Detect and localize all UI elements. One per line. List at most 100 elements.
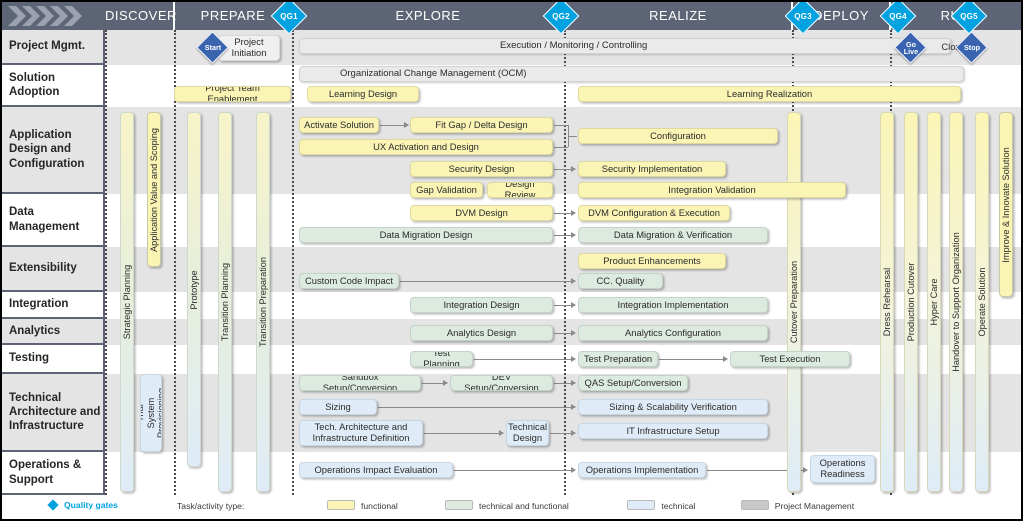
- task-ux-activation-and-design[interactable]: UX Activation and Design: [299, 139, 553, 155]
- legend-item-label: technical: [661, 501, 696, 511]
- task-label: Technical Design: [507, 421, 548, 443]
- task-it-infrastructure-setup[interactable]: IT Infrastructure Setup: [578, 423, 768, 439]
- label-box-text: Project Initiation: [231, 36, 267, 58]
- task-product-enhancements[interactable]: Product Enhancements: [578, 253, 726, 269]
- task-analytics-design[interactable]: Analytics Design: [410, 325, 553, 341]
- task-label: IT Infrastructure Setup: [626, 424, 720, 436]
- task-tech-architecture-infrastructure-definition[interactable]: Tech. Architecture and Infrastructure De…: [299, 420, 423, 446]
- workstream-strategic-planning[interactable]: Strategic Planning: [120, 112, 134, 492]
- row-label-analytics[interactable]: Analytics: [2, 319, 105, 345]
- row-label-application-design-and-configuration[interactable]: Application Design and Configuration: [2, 107, 105, 194]
- task-operations-implementation[interactable]: Operations Implementation: [578, 462, 706, 478]
- task-label: Fit Gap / Delta Design: [435, 118, 528, 130]
- task-test-planning[interactable]: Test Planning: [410, 351, 473, 367]
- task-label: Execution / Monitoring / Controlling: [500, 39, 648, 51]
- task-integration-design[interactable]: Integration Design: [410, 297, 553, 313]
- task-label: Test Execution: [759, 352, 821, 364]
- workstream-dress-rehearsal[interactable]: Dress Rehearsal: [880, 112, 894, 492]
- task-fit-gap-delta-design[interactable]: Fit Gap / Delta Design: [410, 117, 553, 133]
- phase-separator: [173, 2, 175, 30]
- task-data-migration-verification[interactable]: Data Migration & Verification: [578, 227, 768, 243]
- task-test-preparation[interactable]: Test Preparation: [578, 351, 658, 367]
- task-label: Operations Impact Evaluation: [314, 463, 438, 475]
- task-label: Design Review: [504, 182, 536, 198]
- workstream-cutover-preparation[interactable]: Cutover Preparation: [787, 112, 801, 492]
- row-label-text: Application Design and Configuration: [9, 129, 85, 170]
- row-label-integration[interactable]: Integration: [2, 292, 105, 319]
- task-label: DVM Design: [455, 206, 508, 218]
- task-label: Tech. Architecture and Infrastructure De…: [312, 421, 410, 443]
- task-integration-implementation[interactable]: Integration Implementation: [578, 297, 768, 313]
- task-data-migration-design[interactable]: Data Migration Design: [299, 227, 553, 243]
- task-dvm-design[interactable]: DVM Design: [410, 205, 553, 221]
- workstream-hyper-care[interactable]: Hyper Care: [927, 112, 941, 492]
- workstream-handover-to-support-organization[interactable]: Handover to Support Organization: [949, 112, 963, 492]
- row-label-text: Testing: [9, 352, 50, 365]
- workstream-label: Hyper Care: [929, 278, 939, 326]
- task-execution-monitoring-controlling[interactable]: Execution / Monitoring / Controlling: [299, 38, 951, 54]
- row-label-solution-adoption[interactable]: Solution Adoption: [2, 65, 105, 107]
- task-label: Operations Implementation: [585, 463, 699, 475]
- task-test-execution[interactable]: Test Execution: [730, 351, 850, 367]
- task-custom-code-impact[interactable]: Custom Code Impact: [299, 273, 399, 289]
- task-sandbox-setup-conversion[interactable]: Sandbox Setup/Conversion: [299, 375, 421, 391]
- phase-divider: [292, 30, 294, 495]
- task-security-design[interactable]: Security Design: [410, 161, 553, 177]
- row-label-extensibility[interactable]: Extensibility: [2, 247, 105, 292]
- milestone-label: Stop: [964, 43, 980, 52]
- task-label: Test Preparation: [583, 352, 653, 364]
- workstream-application-value-and-scoping[interactable]: Application Value and Scoping: [147, 112, 161, 267]
- task-activate-solution[interactable]: Activate Solution: [299, 117, 379, 133]
- task-technical-design[interactable]: Technical Design: [506, 420, 549, 446]
- phase-label-explore[interactable]: EXPLORE: [292, 2, 564, 30]
- task-learning-realization[interactable]: Learning Realization: [578, 86, 961, 102]
- row-label-project-mgmt[interactable]: Project Mgmt.: [2, 30, 105, 65]
- task-operations-impact-evaluation[interactable]: Operations Impact Evaluation: [299, 462, 453, 478]
- quality-gate-diamond-icon: [47, 499, 59, 511]
- chevrons-right-icon: [8, 6, 82, 26]
- task-dev-setup-conversion[interactable]: DEV Setup/Conversion: [450, 375, 553, 391]
- task-sizing[interactable]: Sizing: [299, 399, 377, 415]
- task-security-implementation[interactable]: Security Implementation: [578, 161, 726, 177]
- task-operations-readiness[interactable]: Operations Readiness: [810, 455, 875, 483]
- task-learning-design[interactable]: Learning Design: [307, 86, 419, 102]
- task-integration-validation[interactable]: Integration Validation: [578, 182, 846, 198]
- row-label-data-management[interactable]: Data Management: [2, 194, 105, 247]
- task-project-team-enablement[interactable]: Project Team Enablement: [174, 86, 291, 102]
- task-design-review[interactable]: Design Review: [487, 182, 553, 198]
- task-analytics-configuration[interactable]: Analytics Configuration: [578, 325, 768, 341]
- workstream-prototype[interactable]: Prototype: [187, 112, 201, 467]
- row-label-operations-support[interactable]: Operations & Support: [2, 452, 105, 495]
- row-label-column: Project Mgmt. Solution Adoption Applicatio…: [2, 30, 105, 495]
- row-label-technical-architecture-and-infrastructure[interactable]: Technical Architecture and Infrastructur…: [2, 374, 105, 452]
- row-label-testing[interactable]: Testing: [2, 345, 105, 374]
- workstream-label: Prototype: [189, 269, 199, 310]
- task-qas-setup-conversion[interactable]: QAS Setup/Conversion: [578, 375, 688, 391]
- task-label: Operations Readiness: [819, 457, 866, 479]
- task-cc-quality[interactable]: CC. Quality: [578, 273, 663, 289]
- row-label-text: Project Mgmt.: [9, 40, 86, 53]
- workstream-label: Transition Preparation: [258, 256, 268, 348]
- workstream-improve-innovate-solution[interactable]: Improve & Innovate Solution: [999, 112, 1013, 297]
- task-configuration[interactable]: Configuration: [578, 128, 778, 144]
- task-dvm-configuration-execution[interactable]: DVM Configuration & Execution: [578, 205, 730, 221]
- milestone-label: Go Live: [903, 40, 919, 57]
- workstream-operate-solution[interactable]: Operate Solution: [975, 112, 989, 492]
- task-sizing-scalability-verification[interactable]: Sizing & Scalability Verification: [578, 399, 768, 415]
- workstream-trial-system-provisioning[interactable]: Trial System Provisioning: [140, 374, 162, 452]
- workstream-transition-preparation[interactable]: Transition Preparation: [256, 112, 270, 492]
- row-label-text: Solution Adoption: [9, 71, 60, 98]
- workstream-production-cutover[interactable]: Production Cutover: [904, 112, 918, 492]
- phase-label-realize[interactable]: REALIZE: [564, 2, 792, 30]
- workstream-transition-planning[interactable]: Transition Planning: [218, 112, 232, 492]
- phase-label-discover[interactable]: DISCOVER: [105, 2, 176, 30]
- workstream-label: Transition Planning: [220, 262, 230, 342]
- task-organizational-change-management[interactable]: Organizational Change Management (OCM): [299, 66, 964, 82]
- workstream-label: Dress Rehearsal: [882, 267, 892, 337]
- task-gap-validation[interactable]: Gap Validation: [410, 182, 483, 198]
- task-label: QAS Setup/Conversion: [584, 376, 682, 388]
- legend-swatch: [740, 500, 769, 510]
- row-label-text: Data Management: [9, 206, 80, 233]
- row-label-text: Integration: [9, 298, 69, 311]
- task-label: Integration Validation: [668, 183, 756, 195]
